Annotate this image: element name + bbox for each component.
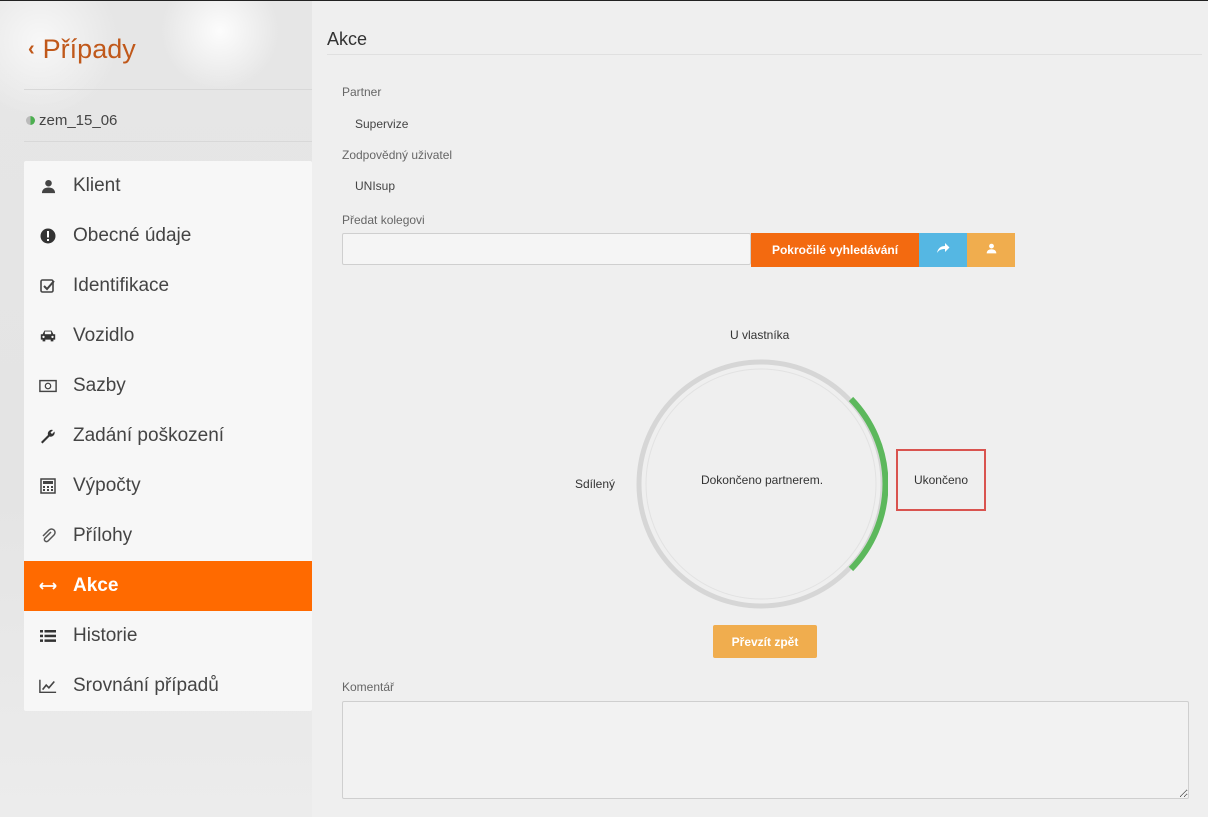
back-to-cases-link[interactable]: ‹ Případy <box>28 34 136 65</box>
list-icon <box>39 629 57 643</box>
advanced-search-button[interactable]: Pokročilé vyhledávání <box>751 233 919 267</box>
sidebar-item-zadani-poskozeni[interactable]: Zadání poškození <box>24 411 312 461</box>
sidebar-item-label: Výpočty <box>73 475 141 496</box>
sidebar-item-label: Přílohy <box>73 525 133 546</box>
car-icon <box>39 328 57 344</box>
sidebar-item-label: Srovnání případů <box>73 675 219 696</box>
case-id: zem_15_06 <box>26 112 117 129</box>
page-title: Akce <box>327 29 368 49</box>
arrows-h-icon <box>39 581 57 591</box>
calculator-icon <box>39 478 57 494</box>
case-id-label: zem_15_06 <box>39 112 118 129</box>
workflow-current-state: Dokončeno partnerem. <box>700 473 824 487</box>
state-owner[interactable]: U vlastníka <box>730 328 789 342</box>
partner-value: Supervize <box>355 117 409 131</box>
sidebar-item-akce[interactable]: Akce <box>24 561 312 611</box>
divider <box>24 141 312 142</box>
sidebar-item-label: Vozidlo <box>73 325 135 346</box>
sidebar-item-label: Zadání poškození <box>73 425 225 446</box>
back-link-label: Případy <box>42 34 136 64</box>
sidebar-item-klient[interactable]: Klient <box>24 161 312 211</box>
share-icon <box>936 241 950 259</box>
sidebar-item-obecne-udaje[interactable]: Obecné údaje <box>24 211 312 261</box>
sidebar-item-srovnani-pripadu[interactable]: Srovnání případů <box>24 661 312 711</box>
sidebar: ‹ Případy zem_15_06 Klient Obecné údaje … <box>0 1 312 817</box>
user-icon <box>39 179 57 194</box>
wrench-icon <box>39 428 57 444</box>
sidebar-item-label: Sazby <box>73 375 126 396</box>
sidebar-item-vypocty[interactable]: Výpočty <box>24 461 312 511</box>
sidebar-item-label: Historie <box>73 625 138 646</box>
sidebar-item-label: Obecné údaje <box>73 225 192 246</box>
divider <box>24 89 312 90</box>
responsible-user-value: UNIsup <box>355 179 396 193</box>
divider <box>327 54 1202 55</box>
handover-button[interactable] <box>919 233 967 267</box>
sidebar-item-prilohy[interactable]: Přílohy <box>24 511 312 561</box>
assign-user-button[interactable] <box>967 233 1015 267</box>
sidebar-item-label: Identifikace <box>73 275 170 296</box>
main-content: Akce Partner Supervize Zodpovědný uživat… <box>312 1 1208 817</box>
sidebar-item-label: Akce <box>73 575 119 596</box>
sidebar-item-historie[interactable]: Historie <box>24 611 312 661</box>
sidebar-item-sazby[interactable]: Sazby <box>24 361 312 411</box>
sidebar-menu: Klient Obecné údaje Identifikace Vozidlo… <box>24 161 312 711</box>
sidebar-item-vozidlo[interactable]: Vozidlo <box>24 311 312 361</box>
money-icon <box>39 379 57 393</box>
comment-textarea[interactable] <box>342 701 1189 799</box>
user-icon <box>986 241 997 259</box>
status-dot-icon <box>26 116 35 125</box>
responsible-user-label: Zodpovědný uživatel <box>342 148 453 162</box>
handover-colleague-input[interactable] <box>342 233 751 265</box>
partner-label: Partner <box>342 85 382 99</box>
chevron-left-icon: ‹ <box>28 38 35 60</box>
paperclip-icon <box>39 528 57 544</box>
line-chart-icon <box>39 678 57 694</box>
sidebar-item-label: Klient <box>73 175 121 196</box>
comment-label: Komentář <box>342 680 395 694</box>
handover-label: Předat kolegovi <box>342 213 425 227</box>
state-shared[interactable]: Sdílený <box>575 477 615 491</box>
take-back-button[interactable]: Převzít zpět <box>713 625 817 658</box>
sidebar-item-identifikace[interactable]: Identifikace <box>24 261 312 311</box>
state-finished[interactable]: Ukončeno <box>896 449 986 511</box>
check-square-icon <box>39 278 57 294</box>
sidebar-decoration <box>160 1 280 91</box>
exclamation-circle-icon <box>39 228 57 244</box>
state-finished-label: Ukončeno <box>913 473 969 487</box>
